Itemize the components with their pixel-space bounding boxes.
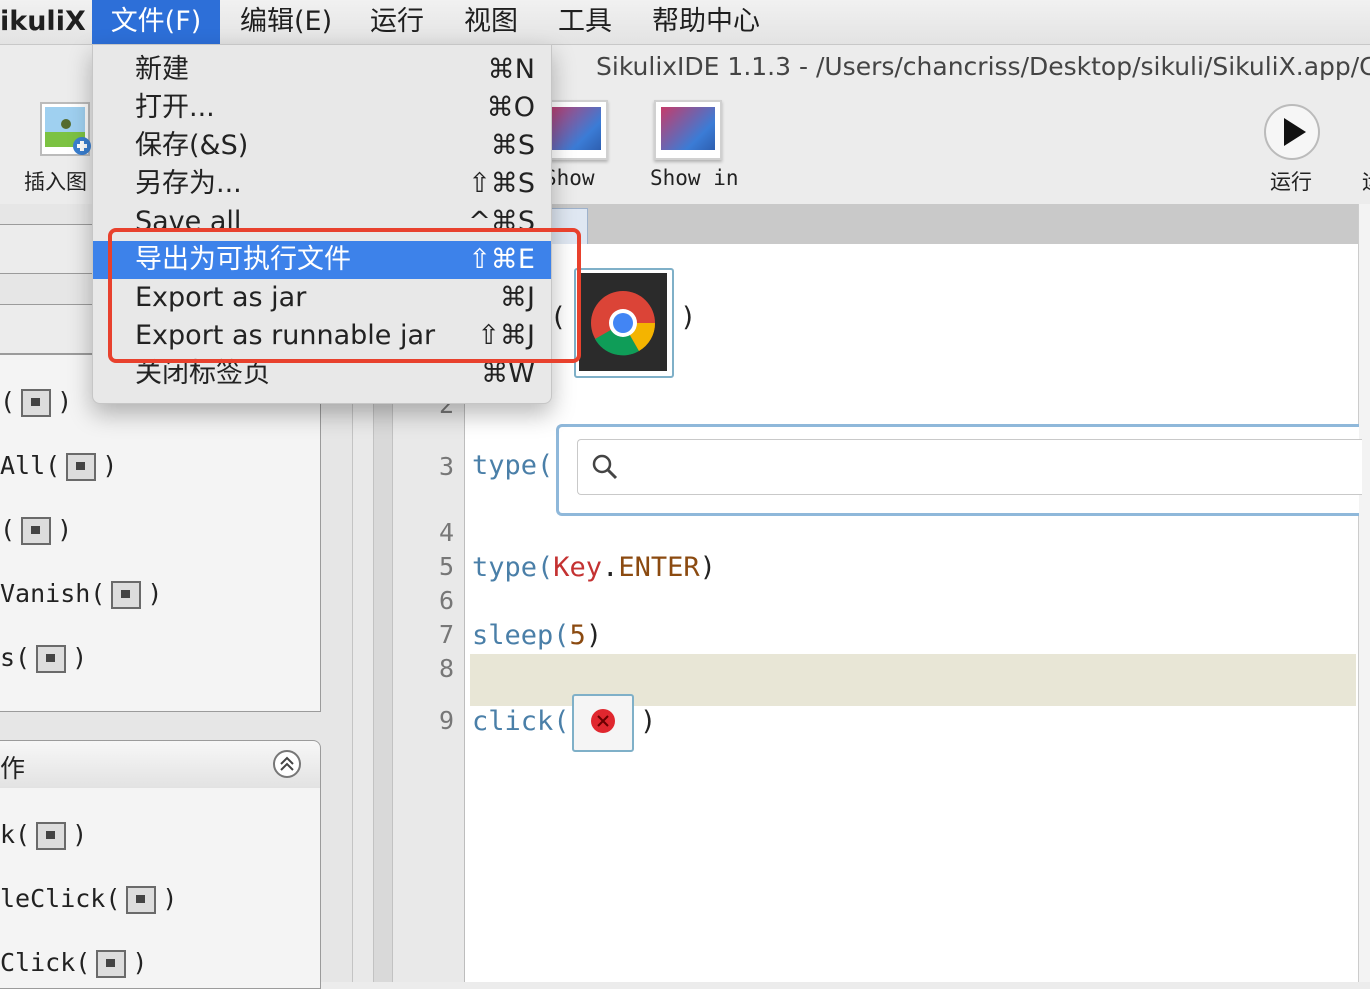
- line-number: 6: [438, 586, 454, 615]
- menu-item-open[interactable]: 打开... ⌘O: [93, 89, 551, 127]
- camera-icon: [96, 950, 127, 978]
- camera-icon: [36, 822, 67, 850]
- line-number: 5: [438, 552, 454, 581]
- run-label: 运行: [1270, 170, 1312, 194]
- command-text: Click(: [0, 948, 91, 977]
- line-number: 9: [438, 706, 454, 735]
- code-key: Key: [553, 552, 603, 583]
- chrome-image-pattern[interactable]: [574, 268, 674, 378]
- line-number: 8: [438, 654, 454, 683]
- camera-icon: [21, 389, 52, 417]
- insert-image-label: 插入图: [24, 170, 87, 194]
- command-item[interactable]: (): [0, 515, 72, 545]
- menu-item-label: 新建: [135, 54, 189, 85]
- menu-item-save-as[interactable]: 另存为... ⇧⌘S: [93, 165, 551, 203]
- command-item[interactable]: k(): [0, 820, 87, 850]
- close-icon: [591, 709, 615, 733]
- menu-item-shortcut: ⌘N: [487, 54, 535, 85]
- annotation-highlight-box: [108, 228, 581, 363]
- code-dot: .: [602, 552, 619, 583]
- line-number: 4: [438, 518, 454, 547]
- menu-item-label: 保存(&S): [135, 130, 249, 161]
- menu-edit[interactable]: 编辑(E): [240, 0, 332, 44]
- command-text: All(: [0, 451, 61, 480]
- search-box-image-pattern[interactable]: [556, 424, 1362, 516]
- menu-tools[interactable]: 工具: [558, 0, 612, 44]
- close-button-image-pattern[interactable]: [572, 694, 634, 752]
- code-line-7: sleep(5): [472, 620, 602, 651]
- menu-item-save[interactable]: 保存(&S) ⌘S: [93, 127, 551, 165]
- camera-icon: [36, 645, 67, 673]
- camera-icon: [111, 581, 142, 609]
- code-type-call: type(: [472, 450, 554, 481]
- camera-icon: [21, 517, 52, 545]
- menu-file[interactable]: 文件(F): [92, 0, 220, 44]
- section-title: 作: [0, 754, 26, 783]
- menu-item-label: 打开...: [135, 92, 215, 123]
- play-icon: [1264, 104, 1320, 160]
- menu-item-shortcut: ⇧⌘S: [468, 168, 535, 199]
- menu-item-new[interactable]: 新建 ⌘N: [93, 51, 551, 89]
- code-line-9: click(: [472, 706, 570, 737]
- command-text: Vanish(: [0, 579, 106, 608]
- code-close: ): [585, 620, 603, 651]
- line-number: 3: [438, 452, 454, 481]
- command-text: leClick(: [0, 884, 121, 913]
- find-commands-box: () All() () Vanish() s(): [0, 354, 321, 712]
- command-item[interactable]: Vanish(): [0, 579, 162, 609]
- window-title: SikulixIDE 1.1.3 - /Users/chancriss/Desk…: [596, 52, 1370, 81]
- collapse-icon[interactable]: [272, 749, 302, 779]
- menu-run[interactable]: 运行: [370, 0, 424, 44]
- command-item[interactable]: All(): [0, 451, 117, 481]
- actions-section-header[interactable]: 作: [0, 740, 321, 790]
- run-slow-label: 运: [1362, 166, 1370, 196]
- app-menu[interactable]: ikuliX: [0, 0, 92, 44]
- menu-help[interactable]: 帮助中心: [652, 0, 760, 44]
- menu-item-shortcut: ⌘O: [486, 92, 535, 123]
- menu-view[interactable]: 视图: [464, 0, 518, 44]
- code-fn: sleep(: [472, 620, 570, 651]
- code-paren-close: ): [680, 302, 697, 333]
- command-item[interactable]: s(): [0, 643, 87, 673]
- command-text: k(: [0, 820, 31, 849]
- command-text: (: [0, 387, 16, 416]
- code-fn: click(: [472, 706, 570, 737]
- command-item[interactable]: Click(): [0, 948, 147, 978]
- command-text: s(: [0, 643, 31, 672]
- search-field-screenshot: [577, 439, 1362, 495]
- code-number: 5: [569, 620, 586, 651]
- action-commands-box: k() leClick() Click(): [0, 788, 321, 989]
- menu-item-shortcut: ⌘S: [490, 130, 535, 161]
- show-in-button[interactable]: [654, 100, 722, 160]
- search-icon: [592, 454, 618, 480]
- chrome-screenshot: [579, 273, 667, 371]
- line-number: 7: [438, 620, 454, 649]
- insert-image-icon: [40, 102, 91, 156]
- camera-icon: [66, 453, 97, 481]
- vertical-scrollbar[interactable]: [1358, 204, 1370, 982]
- code-line-5: type(Key.ENTER): [472, 552, 716, 583]
- show-in-label: Show in: [650, 166, 739, 190]
- command-item[interactable]: leClick(): [0, 884, 177, 914]
- menu-item-label: 另存为...: [135, 168, 242, 199]
- camera-icon: [126, 886, 157, 914]
- insert-image-button[interactable]: [40, 102, 92, 158]
- menu-bar: ikuliX 文件(F) 编辑(E) 运行 视图 工具 帮助中心: [0, 0, 1370, 45]
- screen-icon: [547, 107, 601, 150]
- screen-icon: [661, 107, 715, 150]
- code-fn: type(: [472, 552, 554, 583]
- code-close: ): [699, 552, 716, 583]
- command-item[interactable]: (): [0, 387, 72, 417]
- code-const: ENTER: [618, 552, 700, 583]
- run-button[interactable]: [1264, 104, 1320, 160]
- chrome-icon: [591, 291, 656, 356]
- command-text: (: [0, 515, 16, 544]
- code-paren-close: ): [640, 706, 657, 737]
